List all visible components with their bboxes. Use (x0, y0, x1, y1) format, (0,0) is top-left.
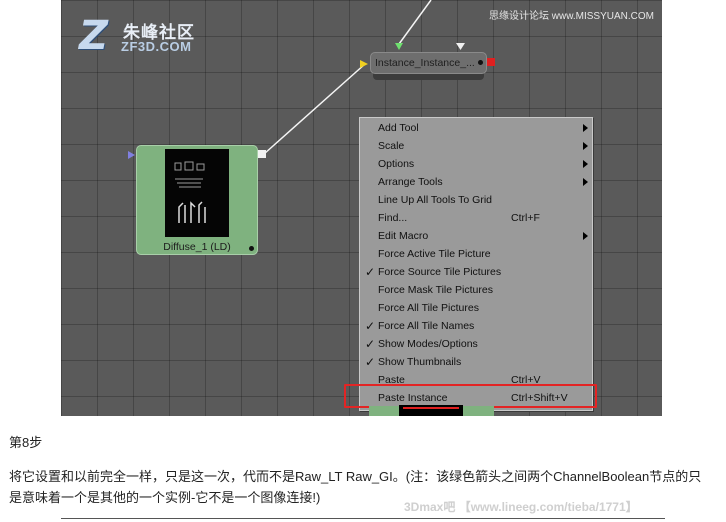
divider-line (61, 518, 665, 519)
checkmark-icon: ✓ (365, 265, 376, 279)
menu-item-options[interactable]: Options (360, 155, 592, 173)
menu-item-label: Add Tool (378, 122, 419, 134)
menu-item-add-tool[interactable]: Add Tool (360, 119, 592, 137)
instance-input-yellow-arrow (360, 60, 368, 68)
diffuse-input-arrow (128, 151, 135, 159)
checkmark-icon: ✓ (365, 355, 376, 369)
submenu-arrow-icon (583, 178, 588, 186)
logo-z-mark: Z (79, 13, 109, 59)
menu-item-force-all-tile-names[interactable]: ✓ Force All Tile Names (360, 317, 592, 335)
instance-tile[interactable]: Instance_Instance_... (370, 52, 495, 74)
submenu-arrow-icon (583, 232, 588, 240)
instance-output-port[interactable] (487, 58, 495, 66)
menu-item-scale[interactable]: Scale (360, 137, 592, 155)
menu-item-label: Find... (378, 212, 408, 224)
menu-item-line-up-all-tools-to-grid[interactable]: Line Up All Tools To Grid (360, 191, 592, 209)
diffuse-tile[interactable]: Diffuse_1 (LD) (136, 145, 258, 255)
menu-item-force-mask-tile-pictures[interactable]: Force Mask Tile Pictures (360, 281, 592, 299)
step-heading: 第8步 (9, 435, 43, 450)
menu-item-label: Edit Macro (378, 230, 429, 242)
menu-item-find[interactable]: Find... Ctrl+F (360, 209, 592, 227)
context-menu: Add Tool Scale Options Arrange Tools Line Up… (359, 117, 593, 411)
menu-item-arrange-tools[interactable]: Arrange Tools (360, 173, 592, 191)
menu-item-force-source-tile-pictures[interactable]: ✓ Force Source Tile Pictures (360, 263, 592, 281)
menu-item-show-modes-options[interactable]: ✓ Show Modes/Options (360, 335, 592, 353)
menu-item-label: Options (378, 158, 415, 170)
wire-diffuse-to-instance (263, 63, 366, 155)
instance-tile-label: Instance_Instance_... (375, 57, 475, 69)
diffuse-output-port[interactable] (258, 150, 266, 158)
menu-item-label: Force Active Tile Picture (378, 248, 491, 260)
checkmark-icon: ✓ (365, 337, 376, 351)
submenu-arrow-icon (583, 124, 588, 132)
menu-item-label: Force All Tile Names (378, 320, 475, 332)
diffuse-tile-label: Diffuse_1 (LD) (163, 241, 231, 253)
logo-domain: ZF3D.COM (121, 39, 192, 54)
flow-canvas[interactable]: Z 朱峰社区 ZF3D.COM 思缘设计论坛 www.MISSYUAN.COM … (61, 0, 662, 416)
site-logo: Z 朱峰社区 ZF3D.COM (79, 16, 239, 60)
menu-item-force-active-tile-picture[interactable]: Force Active Tile Picture (360, 245, 592, 263)
instance-tile-dot (478, 60, 483, 65)
diffuse-thumbnail (165, 149, 229, 237)
menu-item-label: Line Up All Tools To Grid (378, 194, 493, 206)
watermark-top: 思缘设计论坛 www.MISSYUAN.COM (488, 11, 654, 22)
menu-item-label: Show Modes/Options (378, 338, 478, 350)
menu-item-show-thumbnails[interactable]: ✓ Show Thumbnails (360, 353, 592, 371)
menu-item-label: Scale (378, 140, 405, 152)
menu-item-edit-macro[interactable]: Edit Macro (360, 227, 592, 245)
watermark-bottom: 3Dmax吧 【www.lineeg.com/tieba/1771】 (404, 500, 638, 514)
menu-item-label: Force All Tile Pictures (378, 302, 479, 314)
partial-tile-below-menu (369, 405, 494, 416)
menu-item-shortcut: Ctrl+F (511, 212, 540, 224)
menu-item-label: Show Thumbnails (378, 356, 462, 368)
diffuse-tile-dot (249, 246, 254, 251)
wire-top-to-instance (398, 0, 432, 45)
instance-input-green-arrow (395, 43, 403, 50)
menu-item-force-all-tile-pictures[interactable]: Force All Tile Pictures (360, 299, 592, 317)
submenu-arrow-icon (583, 142, 588, 150)
menu-item-label: Arrange Tools (378, 176, 443, 188)
menu-item-label: Force Source Tile Pictures (378, 266, 502, 278)
checkmark-icon: ✓ (365, 319, 376, 333)
instance-input-white-arrow (456, 43, 465, 50)
submenu-arrow-icon (583, 160, 588, 168)
menu-item-label: Force Mask Tile Pictures (378, 284, 493, 296)
